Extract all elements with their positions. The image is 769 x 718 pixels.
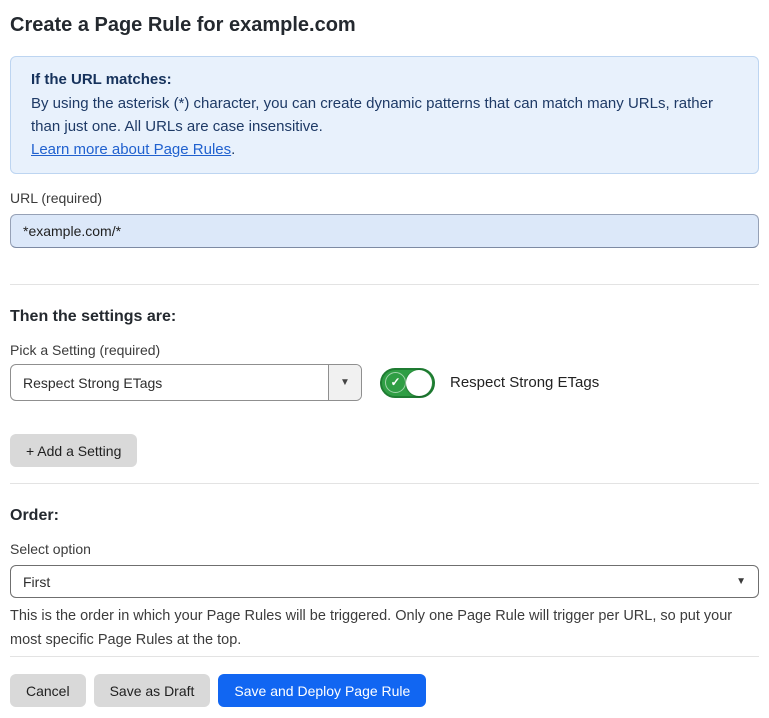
toggle-knob — [406, 370, 432, 396]
save-and-deploy-button[interactable]: Save and Deploy Page Rule — [218, 674, 426, 707]
info-box-heading: If the URL matches: — [31, 68, 738, 91]
setting-dropdown-value: Respect Strong ETags — [11, 365, 328, 400]
learn-more-link[interactable]: Learn more about Page Rules — [31, 141, 231, 158]
url-matches-info-box: If the URL matches: By using the asteris… — [10, 56, 759, 174]
setting-toggle-label: Respect Strong ETags — [450, 374, 599, 391]
settings-section-heading: Then the settings are: — [10, 307, 759, 326]
footer-divider — [10, 656, 759, 657]
setting-toggle[interactable]: ✓ — [380, 368, 435, 398]
order-select[interactable]: First ▼ — [10, 565, 759, 598]
url-input[interactable] — [10, 214, 759, 248]
order-select-value: First — [23, 574, 736, 590]
cancel-button[interactable]: Cancel — [10, 674, 86, 707]
setting-dropdown-arrow-button[interactable]: ▼ — [328, 365, 361, 400]
info-box-link-line: Learn more about Page Rules. — [31, 138, 738, 161]
toggle-check-circle: ✓ — [385, 372, 406, 393]
section-divider — [10, 284, 759, 285]
add-setting-button[interactable]: + Add a Setting — [10, 434, 137, 467]
setting-row: Respect Strong ETags ▼ ✓ Respect Strong … — [10, 364, 759, 401]
chevron-down-icon: ▼ — [736, 577, 746, 587]
page-title: Create a Page Rule for example.com — [10, 12, 759, 38]
setting-dropdown[interactable]: Respect Strong ETags ▼ — [10, 364, 362, 401]
pick-setting-label: Pick a Setting (required) — [10, 342, 759, 359]
url-field-label: URL (required) — [10, 190, 759, 207]
info-box-body: By using the asterisk (*) character, you… — [31, 92, 738, 138]
save-as-draft-button[interactable]: Save as Draft — [94, 674, 211, 707]
section-divider — [10, 483, 759, 484]
order-section-heading: Order: — [10, 506, 759, 525]
link-suffix: . — [231, 141, 235, 158]
footer-actions: Cancel Save as Draft Save and Deploy Pag… — [10, 674, 759, 707]
check-icon: ✓ — [390, 376, 400, 388]
select-option-label: Select option — [10, 541, 759, 558]
order-help-text: This is the order in which your Page Rul… — [10, 604, 759, 652]
chevron-down-icon: ▼ — [340, 378, 350, 388]
